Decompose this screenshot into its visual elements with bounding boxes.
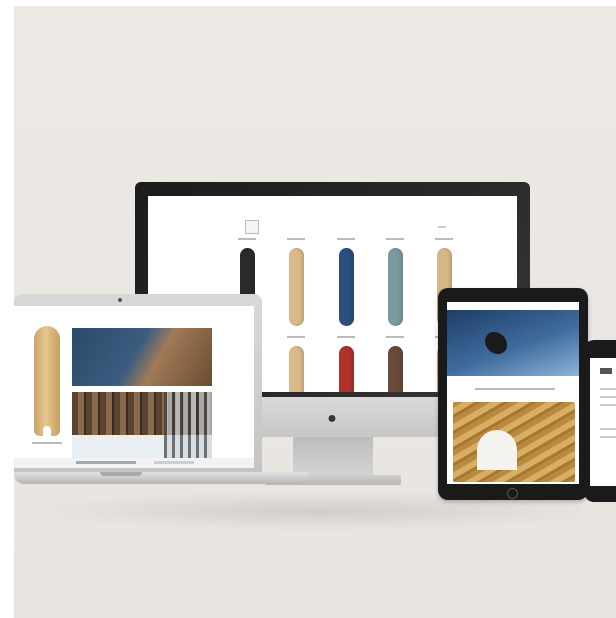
camera-icon — [118, 298, 122, 302]
snowboard-product-image[interactable] — [34, 326, 60, 436]
text-line — [600, 396, 616, 398]
board-label — [386, 238, 404, 240]
ipad-tablet — [438, 288, 588, 500]
nav-menu-icon[interactable] — [438, 226, 446, 228]
snowboard-product[interactable] — [339, 248, 354, 326]
site-logo[interactable] — [600, 368, 612, 374]
iphone-smartphone — [584, 340, 616, 502]
laptop-opening-notch — [100, 472, 142, 476]
phone-screen — [590, 358, 616, 486]
text-line — [600, 436, 616, 438]
macbook-laptop — [14, 294, 314, 504]
snowboard-product[interactable] — [388, 248, 403, 326]
forest-photo — [164, 392, 212, 464]
swallowtail-notch — [43, 426, 51, 438]
text-line — [600, 404, 616, 406]
product-caption — [32, 442, 62, 444]
board-label — [287, 238, 305, 240]
laptop-base — [14, 472, 308, 484]
apple-logo-icon: ● — [327, 410, 337, 427]
text-line — [600, 428, 616, 430]
board-label — [337, 336, 355, 338]
text-line — [600, 388, 616, 390]
board-label — [435, 238, 453, 240]
ipad-screen — [447, 302, 579, 484]
home-button-icon[interactable] — [507, 488, 518, 499]
snowboard-product[interactable] — [339, 346, 354, 392]
board-label — [238, 238, 256, 240]
bottom-bar-tab[interactable] — [76, 461, 136, 464]
snowboard-product[interactable] — [388, 346, 403, 392]
board-cutout-shape — [477, 430, 517, 470]
hero-photo[interactable] — [447, 310, 579, 376]
section-heading — [475, 388, 555, 390]
mockup-stage: ● — [14, 6, 616, 618]
bottom-bar-tab[interactable] — [154, 461, 194, 464]
board-label — [337, 238, 355, 240]
workshop-photo[interactable] — [72, 328, 212, 386]
board-label — [386, 336, 404, 338]
site-logo[interactable] — [245, 220, 259, 234]
laptop-screen — [14, 306, 254, 468]
